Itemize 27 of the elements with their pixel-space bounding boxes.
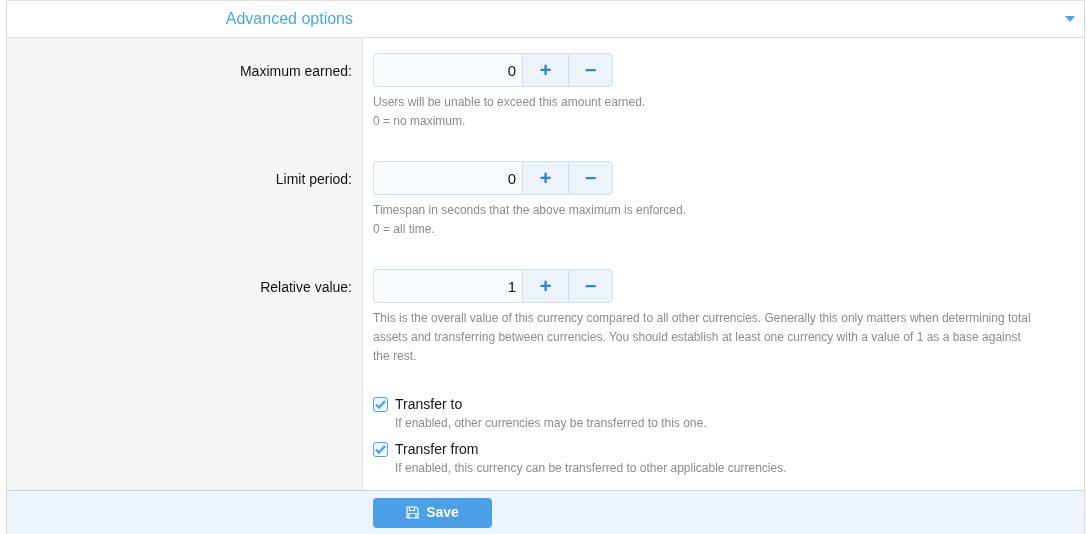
section-title: Advanced options	[225, 9, 353, 29]
field-label: Limit period:	[275, 170, 352, 188]
hint-text: 0 = no maximum.	[373, 113, 467, 130]
increment-button[interactable]: +	[523, 269, 568, 303]
checkbox-label[interactable]: Transfer to	[395, 394, 463, 415]
number-input[interactable]: 0	[373, 161, 523, 195]
hint-text: If enabled, this currency can be transferred to other applicable currencies.	[394, 460, 788, 477]
caret-icon[interactable]	[1065, 16, 1075, 22]
checkbox[interactable]	[373, 397, 388, 412]
decrement-button[interactable]: −	[568, 161, 613, 195]
hint-text: 0 = all time.	[373, 221, 436, 238]
checkbox[interactable]	[373, 442, 388, 457]
checkbox-label[interactable]: Transfer from	[395, 439, 479, 460]
hint-text: This is the overall value of this currency compared to all other currencies. Generally this only matters when determining total assets and transferring between currencies. You should establish at least one currency with a value of 1 as a base against the rest.	[373, 310, 1032, 365]
number-input[interactable]: 1	[373, 269, 523, 303]
hint-text: Users will be unable to exceed this amount earned.	[373, 94, 647, 111]
increment-button[interactable]: +	[523, 161, 568, 195]
decrement-button[interactable]: −	[568, 53, 613, 87]
field-label: Relative value:	[260, 278, 352, 296]
decrement-button[interactable]: −	[568, 269, 613, 303]
hint-text: If enabled, other currencies may be transferred to this one.	[394, 415, 708, 432]
number-input[interactable]: 0	[373, 53, 523, 87]
hint-text: Timespan in seconds that the above maximum is enforced.	[373, 202, 688, 219]
field-label: Maximum earned:	[239, 62, 352, 80]
increment-button[interactable]: +	[523, 53, 568, 87]
save-button[interactable]: Save	[373, 497, 492, 528]
section-header[interactable]: Advanced options	[7, 0, 1084, 38]
